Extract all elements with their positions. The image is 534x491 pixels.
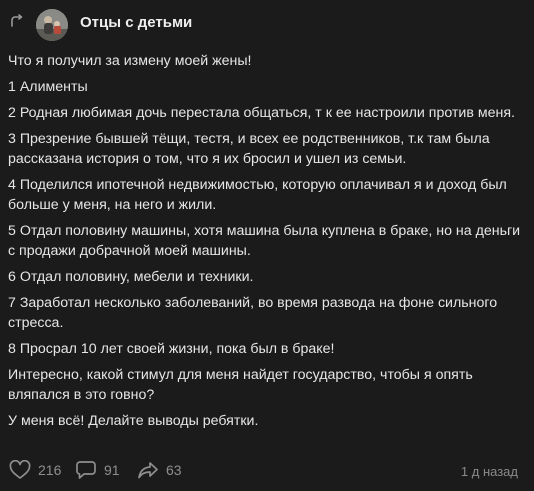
post-paragraph: 8 Просрал 10 лет своей жизни, пока был в… [8, 341, 335, 357]
post-paragraph: 4 Поделился ипотечной недвижимостью, кот… [8, 177, 507, 213]
post-paragraph: 1 Алименты [8, 79, 88, 95]
post-paragraph: У меня всё! Делайте выводы ребятки. [8, 413, 259, 429]
comment-count: 91 [104, 462, 120, 478]
post-paragraph: Интересно, какой стимул для меня найдет … [8, 367, 473, 403]
group-name[interactable]: Отцы с детьми [80, 14, 192, 31]
post-footer: 216 91 63 1 д назад [0, 455, 534, 485]
post-paragraph: 5 Отдал половину машины, хотя машина был… [8, 223, 521, 259]
post-paragraph: 7 Заработал несколько заболеваний, во вр… [8, 295, 498, 331]
comment-icon [75, 460, 97, 480]
comment-button[interactable]: 91 [75, 459, 120, 481]
post-paragraph: 3 Презрение бывшей тёщи, тестя, и всех е… [8, 131, 490, 167]
heart-icon [9, 460, 31, 480]
post-paragraph: 6 Отдал половину, мебели и техники. [8, 269, 254, 285]
post-paragraph: Что я получил за измену моей жены! [8, 53, 252, 69]
share-button[interactable]: 63 [137, 459, 182, 481]
like-button[interactable]: 216 [9, 459, 61, 481]
share-count: 63 [166, 462, 182, 478]
post-header: Отцы с детьми [0, 0, 534, 48]
group-avatar[interactable] [36, 9, 68, 41]
repost-icon[interactable] [8, 13, 26, 31]
post-body: Что я получил за измену моей жены! 1 Али… [8, 51, 528, 437]
like-count: 216 [38, 462, 62, 478]
share-icon [137, 460, 159, 480]
post-timestamp[interactable]: 1 д назад [461, 464, 518, 479]
post-paragraph: 2 Родная любимая дочь перестала общаться… [8, 105, 515, 121]
